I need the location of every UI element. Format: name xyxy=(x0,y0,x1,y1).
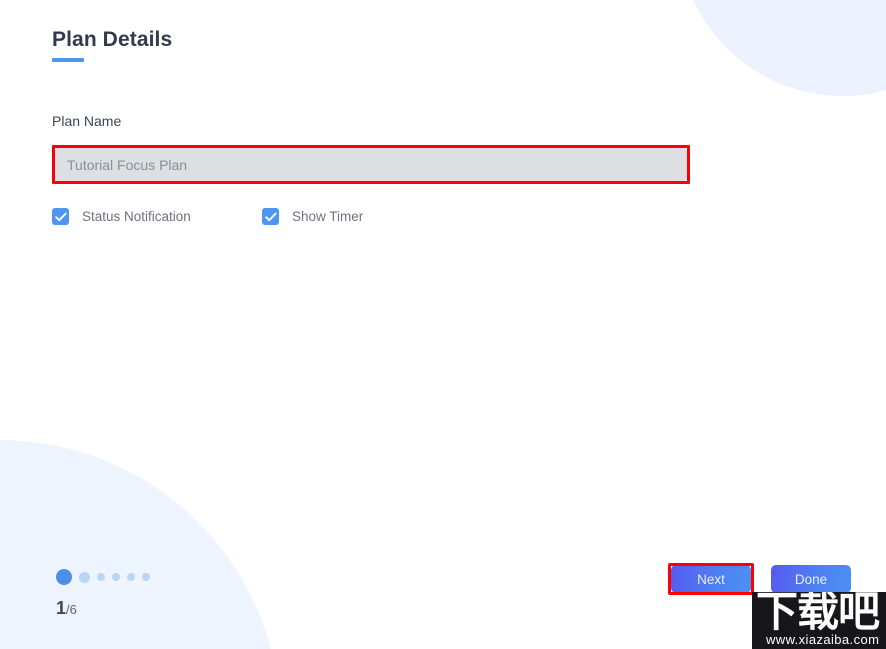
watermark-url: www.xiazaiba.com xyxy=(766,632,880,647)
plan-details-panel: Plan Details Plan Name Status Notificati… xyxy=(0,0,886,649)
checkbox-show-timer[interactable]: Show Timer xyxy=(262,208,363,225)
watermark-brand: 下载吧 xyxy=(756,592,880,636)
pager-dot-3[interactable] xyxy=(97,573,105,581)
checkbox-label: Status Notification xyxy=(82,209,191,224)
next-button[interactable]: Next xyxy=(671,565,751,593)
plan-name-label: Plan Name xyxy=(52,113,122,129)
page-title: Plan Details xyxy=(52,28,173,51)
checkbox-label: Show Timer xyxy=(292,209,364,224)
pager-current-page: 1 xyxy=(56,598,67,618)
title-accent-bar xyxy=(52,58,84,62)
pager-counter: 1 /6 xyxy=(56,598,77,619)
check-icon xyxy=(52,208,69,225)
pager-dot-1[interactable] xyxy=(56,569,72,585)
pager-dot-6[interactable] xyxy=(142,573,150,581)
pager-dot-2[interactable] xyxy=(79,571,90,583)
watermark: 下载吧 www.xiazaiba.com xyxy=(752,592,886,649)
check-icon xyxy=(262,208,279,225)
pager-total-pages: /6 xyxy=(66,602,77,617)
plan-name-highlight-box xyxy=(52,145,690,184)
pager-dot-5[interactable] xyxy=(127,573,135,581)
done-button[interactable]: Done xyxy=(771,565,851,593)
pager-dot-4[interactable] xyxy=(112,573,120,581)
pager-dots[interactable] xyxy=(56,568,150,586)
checkbox-status-notification[interactable]: Status Notification xyxy=(52,208,191,225)
